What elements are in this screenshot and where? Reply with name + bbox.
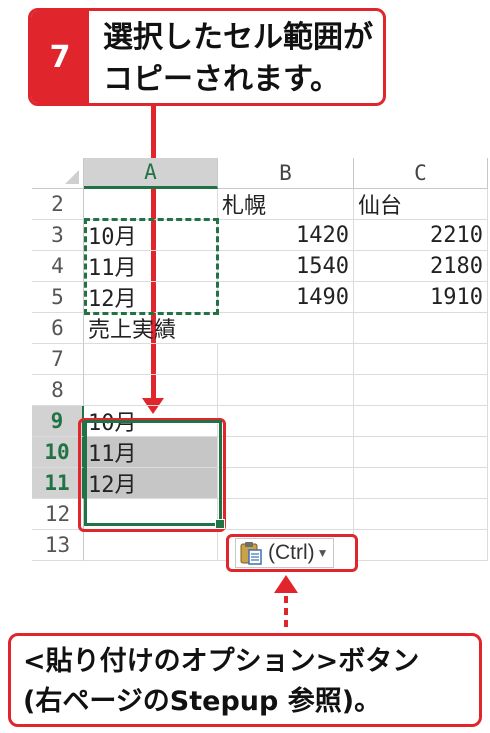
callout-line1: <貼り付けのオプション>ボタン	[23, 646, 420, 677]
row-header-selected[interactable]: 11	[32, 468, 84, 499]
row-header-selected[interactable]: 9	[32, 406, 84, 437]
step-number-badge: 7	[31, 11, 89, 103]
cell-c8[interactable]	[354, 375, 488, 406]
cell-c6[interactable]	[354, 313, 488, 344]
table-row: 6 売上実績	[32, 313, 488, 344]
table-row: 2 札幌 仙台	[32, 189, 488, 220]
paste-options-callout: <貼り付けのオプション>ボタン (右ページのStepup 参照)。	[8, 633, 482, 727]
copy-marquee	[84, 218, 219, 315]
select-all-corner[interactable]	[32, 158, 84, 189]
cell-c4[interactable]: 2180	[354, 251, 488, 282]
cell-b2[interactable]: 札幌	[218, 189, 354, 220]
clipboard-icon	[238, 540, 264, 566]
cell-a7[interactable]	[84, 344, 218, 375]
row-header[interactable]: 12	[32, 499, 84, 530]
cell-a13[interactable]	[84, 530, 218, 561]
pointer-dash	[284, 596, 288, 603]
pointer-arrowhead-up	[274, 575, 298, 593]
column-header-c[interactable]: C	[354, 158, 488, 189]
cell-b5[interactable]: 1490	[218, 282, 354, 313]
pointer-dash	[284, 608, 288, 615]
row-header[interactable]: 3	[32, 220, 84, 251]
cell-b7[interactable]	[218, 344, 354, 375]
fill-handle[interactable]	[215, 519, 225, 529]
selection-range	[84, 420, 225, 529]
cell-c5[interactable]: 1910	[354, 282, 488, 313]
step-instruction: 選択したセル範囲が コピーされます。	[103, 17, 377, 97]
row-header-selected[interactable]: 10	[32, 437, 84, 468]
table-row: 8	[32, 375, 488, 406]
cell-a6[interactable]: 売上実績	[84, 313, 218, 344]
step-instruction-line1: 選択したセル範囲が	[103, 20, 373, 55]
step-callout: 7 選択したセル範囲が コピーされます。	[28, 8, 386, 106]
cell-b12[interactable]	[218, 499, 354, 530]
step-instruction-line2: コピーされます。	[103, 62, 340, 97]
cell-c13[interactable]	[354, 530, 488, 561]
row-header[interactable]: 6	[32, 313, 84, 344]
paste-options-button[interactable]: (Ctrl) ▼	[226, 534, 358, 572]
cell-b6[interactable]	[218, 313, 354, 344]
column-header-a[interactable]: A	[84, 158, 218, 189]
paste-options-inner[interactable]: (Ctrl) ▼	[235, 538, 334, 568]
cell-c9[interactable]	[354, 406, 488, 437]
cell-a2[interactable]	[84, 189, 218, 220]
row-header[interactable]: 8	[32, 375, 84, 406]
row-header[interactable]: 7	[32, 344, 84, 375]
paste-options-label: (Ctrl)	[268, 541, 315, 564]
cell-c7[interactable]	[354, 344, 488, 375]
cell-c11[interactable]	[354, 468, 488, 499]
cell-c12[interactable]	[354, 499, 488, 530]
table-row: 7	[32, 344, 488, 375]
cell-b4[interactable]: 1540	[218, 251, 354, 282]
row-header[interactable]: 13	[32, 530, 84, 561]
callout-line2: (右ページのStepup 参照)。	[23, 686, 382, 717]
cell-b11[interactable]	[218, 468, 354, 499]
cell-b9[interactable]	[218, 406, 354, 437]
cell-c3[interactable]: 2210	[354, 220, 488, 251]
dropdown-caret-icon: ▼	[316, 546, 329, 560]
cell-b3[interactable]: 1420	[218, 220, 354, 251]
cell-b10[interactable]	[218, 437, 354, 468]
cell-c2[interactable]: 仙台	[354, 189, 488, 220]
cell-a8[interactable]	[84, 375, 218, 406]
cell-c10[interactable]	[354, 437, 488, 468]
row-header[interactable]: 4	[32, 251, 84, 282]
column-header-b[interactable]: B	[218, 158, 354, 189]
row-header[interactable]: 2	[32, 189, 84, 220]
row-header[interactable]: 5	[32, 282, 84, 313]
pointer-dash	[284, 620, 288, 627]
column-header-row: A B C	[32, 158, 488, 189]
cell-b8[interactable]	[218, 375, 354, 406]
